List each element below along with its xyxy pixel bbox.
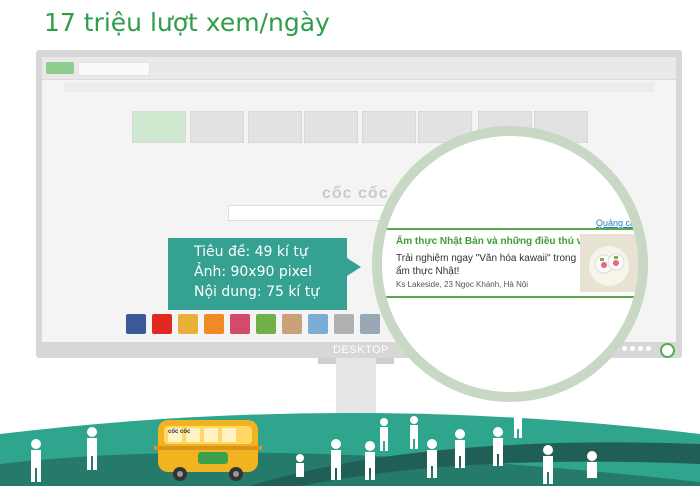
- callout-line-content: Nội dung: 75 kí tự: [194, 284, 320, 300]
- power-icon[interactable]: [660, 343, 675, 358]
- app-icon[interactable]: [204, 314, 224, 334]
- speed-dial-thumbnail[interactable]: [132, 111, 186, 143]
- callout-line-title: Tiêu đề: 49 kí tự: [194, 244, 308, 260]
- youtube-icon[interactable]: [152, 314, 172, 334]
- bus-sign: cốc cốc: [168, 429, 191, 435]
- facebook-icon[interactable]: [126, 314, 146, 334]
- browser-tab-bar: [42, 57, 676, 80]
- app-icon[interactable]: [256, 314, 276, 334]
- callout-arrow: [347, 258, 361, 276]
- browser-logo-tab[interactable]: [46, 62, 74, 74]
- app-icon[interactable]: [334, 314, 354, 334]
- ad-bottom-rule: [382, 296, 638, 298]
- callout-line-image: Ảnh: 90x90 pixel: [194, 264, 312, 280]
- native-ad[interactable]: Quảng cáo Ẩm thực Nhật Bản và những điều…: [382, 136, 638, 392]
- screen-logo: cốc cốc: [322, 185, 389, 202]
- ad-food-image[interactable]: [580, 234, 638, 292]
- app-icon[interactable]: [230, 314, 250, 334]
- monitor-button-dot: [646, 346, 651, 351]
- speed-dial-thumbnail[interactable]: [304, 111, 358, 143]
- app-icon[interactable]: [282, 314, 302, 334]
- magnifier-lens: Quảng cáo Ẩm thực Nhật Bản và những điều…: [372, 126, 648, 402]
- app-icon[interactable]: [178, 314, 198, 334]
- monitor-label: DESKTOP: [333, 344, 389, 356]
- ad-title-link[interactable]: Ẩm thực Nhật Bản và những điều thú vị: [396, 236, 585, 247]
- app-icon[interactable]: [360, 314, 380, 334]
- speed-dial-thumbnail[interactable]: [190, 111, 244, 143]
- ad-top-rule: [382, 228, 638, 230]
- speed-dial-thumbnail[interactable]: [248, 111, 302, 143]
- bus-illustration: [154, 420, 262, 481]
- monitor-button-dot: [638, 346, 643, 351]
- page-title: 17 triệu lượt xem/ngày: [44, 8, 330, 37]
- browser-tab[interactable]: [78, 62, 150, 76]
- ad-description: Trải nghiệm ngay "Văn hóa kawaii" trong …: [396, 253, 577, 277]
- ground-scene: [0, 408, 700, 486]
- ad-address: Ks Lakeside, 23 Ngọc Khánh, Hà Nội: [396, 280, 529, 289]
- ad-label[interactable]: Quảng cáo: [596, 218, 638, 228]
- app-icon[interactable]: [308, 314, 328, 334]
- ad-spec-callout: Tiêu đề: 49 kí tự Ảnh: 90x90 pixel Nội d…: [168, 238, 347, 310]
- bookmarks-bar: [64, 82, 654, 92]
